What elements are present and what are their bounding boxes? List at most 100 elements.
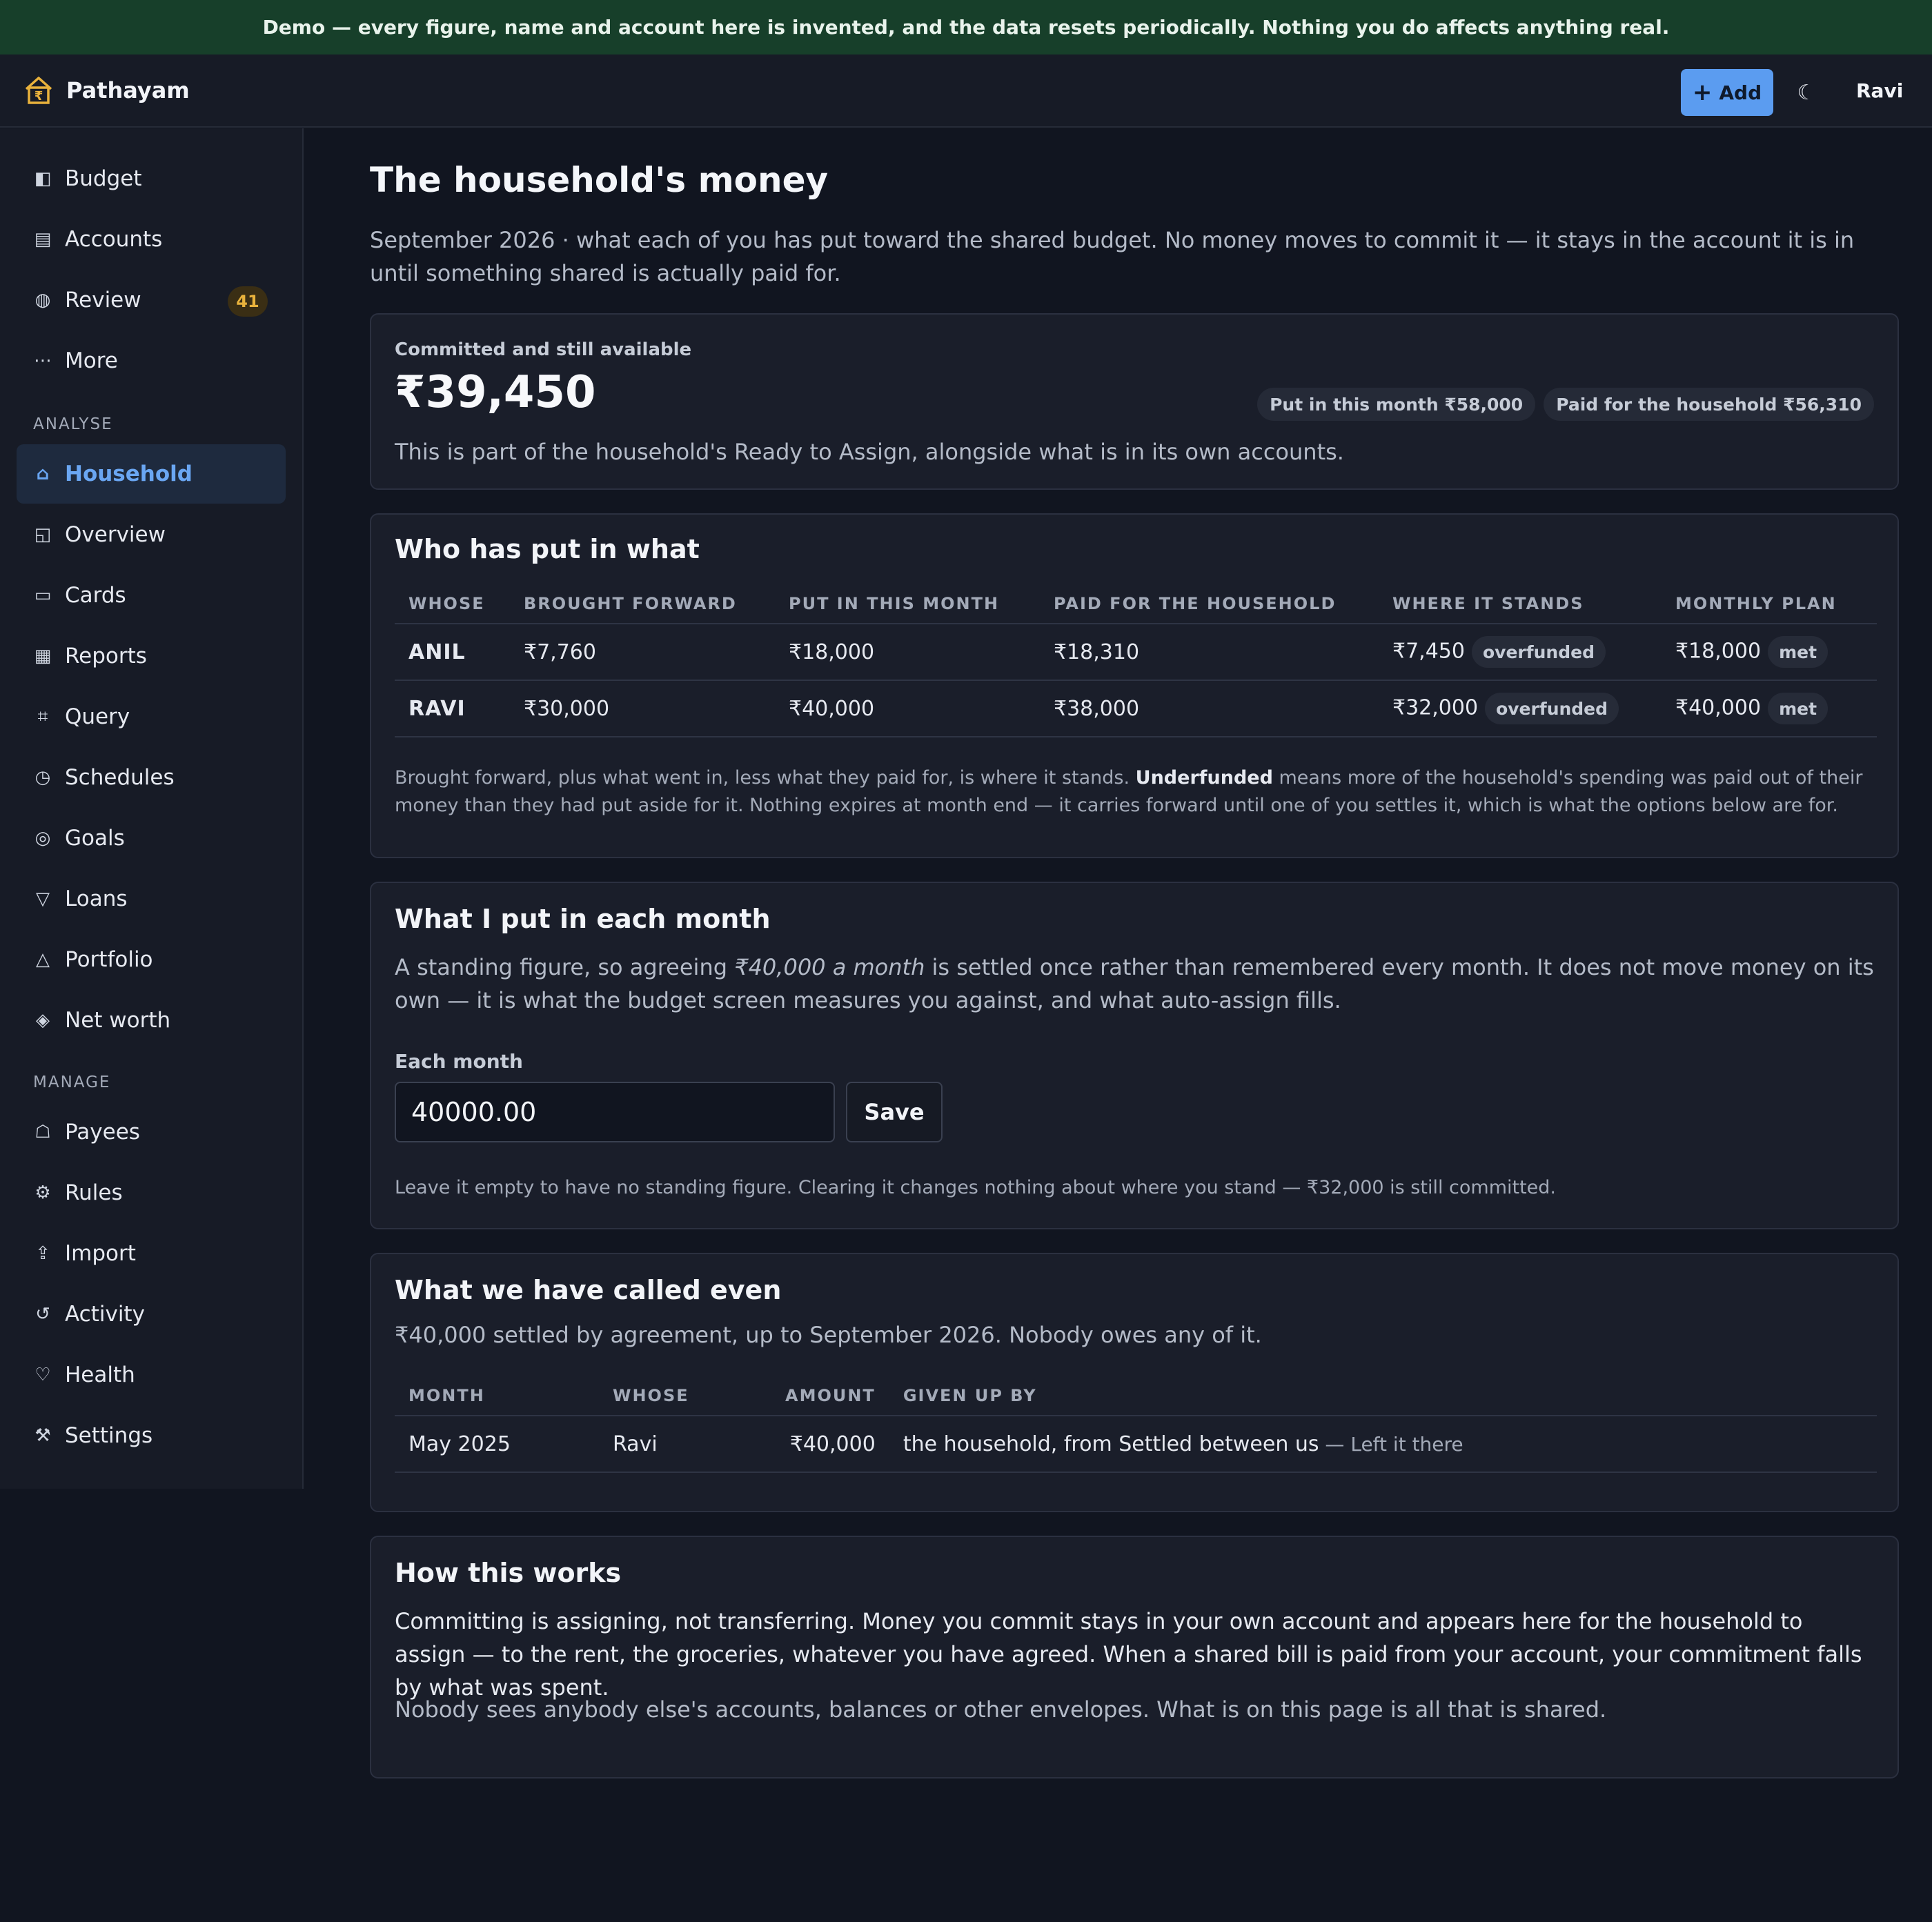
sidebar-item-schedules[interactable]: ◷ Schedules <box>17 748 286 807</box>
put-in-pill: Put in this month ₹58,000 <box>1257 388 1536 421</box>
col-brought-forward: BROUGHT FORWARD <box>510 584 775 624</box>
stands-value: ₹32,000 <box>1392 695 1479 720</box>
given-up-by-note: — Left it there <box>1319 1432 1463 1456</box>
sidebar-item-label: Payees <box>65 1120 140 1145</box>
table-row: May 2025 Ravi ₹40,000 the household, fro… <box>395 1416 1877 1473</box>
sidebar-item-payees[interactable]: ☖ Payees <box>17 1102 286 1162</box>
sidebar-item-health[interactable]: ♡ Health <box>17 1345 286 1405</box>
sidebar-item-cards[interactable]: ▭ Cards <box>17 566 286 625</box>
stands-cell: ₹7,450 overfunded <box>1379 624 1662 681</box>
whose-cell: Ravi <box>599 1416 771 1473</box>
col-whose: WHOSE <box>395 584 510 624</box>
sidebar-item-label: Query <box>65 704 130 729</box>
col-plan: MONTHLY PLAN <box>1662 584 1877 624</box>
month-cell: May 2025 <box>395 1416 599 1473</box>
sidebar-item-reports[interactable]: ▦ Reports <box>17 626 286 686</box>
brand[interactable]: ₹ Pathayam <box>22 74 190 107</box>
svg-text:₹: ₹ <box>34 89 43 103</box>
accounts-icon: ▤ <box>34 229 52 250</box>
stands-value: ₹7,450 <box>1392 639 1465 664</box>
moon-icon[interactable]: ☾ <box>1791 75 1822 110</box>
sidebar-item-settings[interactable]: ⚒ Settings <box>17 1406 286 1465</box>
status-badge: met <box>1768 636 1828 668</box>
review-icon: ◍ <box>34 290 51 310</box>
funnel-icon: ▽ <box>36 889 50 909</box>
sidebar-item-label: Reports <box>65 644 147 668</box>
sidebar-item-label: Portfolio <box>65 947 153 972</box>
table-row: ANIL ₹7,760 ₹18,000 ₹18,310 ₹7,450 overfu… <box>395 624 1877 681</box>
contributions-footnote: Brought forward, plus what went in, less… <box>395 764 1874 820</box>
monthly-title: What I put in each month <box>395 904 771 934</box>
sidebar-item-label: Cards <box>65 583 126 608</box>
brand-name: Pathayam <box>66 77 190 103</box>
settled-table: MONTH WHOSE AMOUNT GIVEN UP BY May 2025 … <box>395 1376 1877 1473</box>
stands-cell: ₹32,000 overfunded <box>1379 680 1662 737</box>
status-badge: overfunded <box>1471 636 1606 668</box>
sidebar-item-label: Schedules <box>65 765 175 790</box>
house-rupee-icon: ₹ <box>25 77 52 104</box>
summary-label: Committed and still available <box>395 339 692 360</box>
monthly-description: A standing figure, so agreeing ₹40,000 a… <box>395 951 1874 1017</box>
sidebar-item-household[interactable]: ⌂ Household <box>17 444 286 504</box>
contributions-table: WHOSE BROUGHT FORWARD PUT IN THIS MONTH … <box>395 584 1877 737</box>
settled-description: ₹40,000 settled by agreement, up to Sept… <box>395 1322 1262 1348</box>
monthly-amount-input[interactable]: 40000.00 <box>395 1082 835 1142</box>
sidebar-item-review[interactable]: ◍ Review 41 <box>17 270 286 330</box>
paid-cell: ₹38,000 <box>1040 680 1379 737</box>
sidebar-item-label: Budget <box>65 166 142 191</box>
contributions-title: Who has put in what <box>395 534 700 564</box>
user-menu[interactable]: Ravi <box>1856 79 1903 102</box>
sidebar-item-label: Rules <box>65 1180 123 1205</box>
sidebar-item-label: More <box>65 348 118 373</box>
sidebar-item-query[interactable]: ⌗ Query <box>17 687 286 746</box>
plus-icon: + <box>1692 79 1713 106</box>
target-icon: ◎ <box>34 828 51 849</box>
sidebar-item-label: Household <box>65 462 193 486</box>
sidebar-item-overview[interactable]: ◱ Overview <box>17 505 286 564</box>
description-part: A standing figure, so agreeing <box>395 954 735 980</box>
sidebar-item-more[interactable]: ⋯ More <box>17 331 286 390</box>
more-icon: ⋯ <box>34 350 52 371</box>
sidebar-item-portfolio[interactable]: △ Portfolio <box>17 930 286 989</box>
review-count-badge: 41 <box>228 286 268 317</box>
committed-summary-card: Committed and still available ₹39,450 Pu… <box>370 313 1899 490</box>
col-given-up-by: GIVEN UP BY <box>889 1376 1877 1416</box>
add-button-label: Add <box>1719 81 1762 104</box>
reports-icon: ▦ <box>34 646 52 666</box>
put-in-cell: ₹18,000 <box>775 624 1040 681</box>
triangle-icon: △ <box>36 949 50 970</box>
card-icon: ▭ <box>34 585 52 606</box>
page-intro: September 2026 · what each of you has pu… <box>370 227 1855 286</box>
sidebar-item-label: Health <box>65 1363 135 1387</box>
sidebar-item-accounts[interactable]: ▤ Accounts <box>17 210 286 269</box>
sidebar-item-label: Review <box>65 288 141 313</box>
sidebar-item-label: Loans <box>65 886 128 911</box>
sidebar-item-import[interactable]: ⇪ Import <box>17 1224 286 1283</box>
sidebar-item-rules[interactable]: ⚙ Rules <box>17 1163 286 1222</box>
brought-forward-cell: ₹7,760 <box>510 624 775 681</box>
given-up-by-cell: the household, from Settled between us —… <box>889 1416 1877 1473</box>
heart-icon: ♡ <box>34 1365 51 1385</box>
summary-note: This is part of the household's Ready to… <box>395 439 1344 465</box>
status-badge: met <box>1768 693 1828 724</box>
overview-icon: ◱ <box>34 524 52 545</box>
gear-icon: ⚙ <box>34 1182 51 1203</box>
sidebar: ◧ Budget ▤ Accounts ◍ Review 41 ⋯ More A… <box>0 128 304 1489</box>
save-button[interactable]: Save <box>846 1082 943 1142</box>
whose-cell: RAVI <box>395 680 510 737</box>
add-button[interactable]: + Add <box>1681 69 1773 116</box>
sidebar-item-budget[interactable]: ◧ Budget <box>17 149 286 208</box>
how-paragraph-2: Nobody sees anybody else's accounts, bal… <box>395 1696 1607 1723</box>
sidebar-item-label: Activity <box>65 1302 145 1327</box>
top-bar: ₹ Pathayam + Add ☾ Ravi <box>0 55 1932 128</box>
sidebar-item-net-worth[interactable]: ◈ Net worth <box>17 991 286 1050</box>
sidebar-item-loans[interactable]: ▽ Loans <box>17 869 286 929</box>
monthly-hint: Leave it empty to have no standing figur… <box>395 1177 1557 1198</box>
summary-pills: Put in this month ₹58,000 Paid for the h… <box>1257 388 1874 421</box>
paid-cell: ₹18,310 <box>1040 624 1379 681</box>
sidebar-item-activity[interactable]: ↺ Activity <box>17 1285 286 1344</box>
page-title: The household's money <box>370 160 829 200</box>
sidebar-item-goals[interactable]: ◎ Goals <box>17 809 286 868</box>
plan-cell: ₹18,000 met <box>1662 624 1877 681</box>
section-label-analyse: ANALYSE <box>33 415 113 433</box>
